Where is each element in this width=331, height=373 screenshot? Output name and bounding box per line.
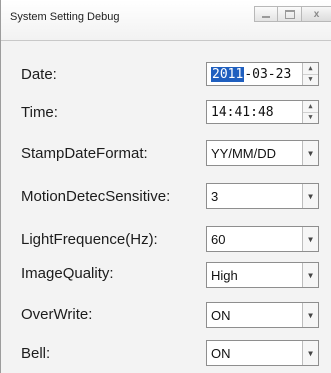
over-write-select[interactable]: ON ▼ — [206, 302, 319, 328]
date-input[interactable]: 2011-03-23 ▲ ▼ — [206, 62, 319, 86]
bell-select[interactable]: ON ▼ — [206, 340, 319, 366]
minimize-icon — [262, 15, 270, 18]
motion-detec-sensitive-label: MotionDetecSensitive: — [21, 188, 171, 205]
date-rest: -03-23 — [244, 67, 292, 82]
time-spinner[interactable]: ▲ ▼ — [302, 101, 318, 123]
close-button[interactable]: x — [302, 6, 331, 22]
stamp-date-format-select[interactable]: YY/MM/DD ▼ — [206, 140, 319, 166]
light-frequence-value: 60 — [211, 232, 226, 247]
image-quality-select[interactable]: High ▼ — [206, 262, 319, 288]
over-write-value: ON — [211, 308, 231, 323]
window-controls: x — [254, 6, 331, 22]
close-icon: x — [313, 8, 320, 20]
minimize-button[interactable] — [254, 6, 278, 22]
time-label: Time: — [21, 104, 58, 121]
date-spinner[interactable]: ▲ ▼ — [302, 63, 318, 85]
window-title: System Setting Debug — [10, 11, 120, 23]
image-quality-label: ImageQuality: — [21, 265, 114, 282]
spin-down-icon[interactable]: ▼ — [303, 73, 318, 86]
title-bar: System Setting Debug x — [1, 0, 331, 41]
chevron-down-icon[interactable]: ▼ — [302, 141, 318, 165]
chevron-down-icon[interactable]: ▼ — [302, 227, 318, 251]
stamp-date-format-label: StampDateFormat: — [21, 145, 148, 162]
motion-detec-sensitive-select[interactable]: 3 ▼ — [206, 183, 319, 209]
date-label: Date: — [21, 66, 57, 83]
maximize-icon — [284, 9, 295, 19]
bell-label: Bell: — [21, 345, 51, 362]
chevron-down-icon[interactable]: ▼ — [302, 303, 318, 327]
image-quality-value: High — [211, 268, 238, 283]
time-input[interactable]: 14:41:48 ▲ ▼ — [206, 100, 319, 124]
motion-detec-sensitive-value: 3 — [211, 189, 219, 204]
date-year-selected: 2011 — [211, 67, 245, 82]
date-value: 2011-03-23 — [211, 67, 291, 82]
time-value: 14:41:48 — [211, 105, 274, 120]
bell-value: ON — [211, 346, 231, 361]
spin-up-icon[interactable]: ▲ — [303, 63, 318, 74]
spin-up-icon[interactable]: ▲ — [303, 101, 318, 112]
chevron-down-icon[interactable]: ▼ — [302, 184, 318, 208]
chevron-down-icon[interactable]: ▼ — [302, 263, 318, 287]
light-frequence-select[interactable]: 60 ▼ — [206, 226, 319, 252]
maximize-button[interactable] — [278, 6, 302, 22]
spin-down-icon[interactable]: ▼ — [303, 111, 318, 124]
over-write-label: OverWrite: — [21, 306, 93, 323]
settings-window: System Setting Debug x Date: 2011-03-23 … — [0, 0, 331, 373]
light-frequence-label: LightFrequence(Hz): — [21, 231, 158, 248]
chevron-down-icon[interactable]: ▼ — [302, 341, 318, 365]
stamp-date-format-value: YY/MM/DD — [211, 146, 276, 161]
